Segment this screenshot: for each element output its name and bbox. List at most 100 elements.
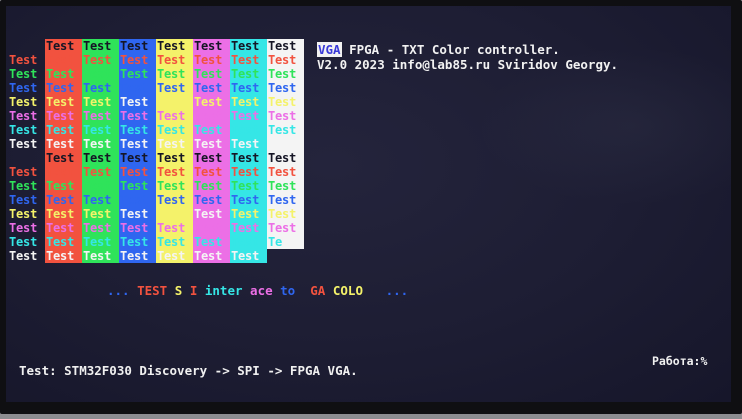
grid-cell: Test <box>193 81 230 95</box>
grid-cell: Test <box>119 81 156 95</box>
grid-row: Test Test Test Test Test Test Test Test <box>8 179 304 193</box>
banner-segment <box>363 283 386 298</box>
grid-cell: Test <box>230 235 267 249</box>
grid-cell: Test <box>119 137 156 151</box>
grid-row: Test Test Test Test Test Test Test Test <box>8 53 304 67</box>
banner-segment: to <box>280 283 296 298</box>
grid-cell: Test <box>193 193 230 207</box>
grid-cell: Test <box>82 207 119 221</box>
grid-cell: Test <box>9 249 38 263</box>
grid-cell: Test <box>156 249 193 263</box>
grid-cell: Test <box>45 179 82 193</box>
banner-segment <box>295 283 310 298</box>
grid-cell: Test <box>193 207 230 221</box>
grid-cell: Test <box>119 123 156 137</box>
grid-cell: Test <box>119 165 156 179</box>
grid-cell: Test <box>82 179 119 193</box>
grid-cell: Test <box>267 123 304 137</box>
grid-cell: Test <box>45 151 82 165</box>
grid-cell: Test <box>45 193 82 207</box>
work-label: Работа:% <box>652 354 708 368</box>
grid-row: Test Test Test Test Test Test Test Test <box>8 95 304 109</box>
grid-cell: Test <box>82 123 119 137</box>
grid-cell: Test <box>82 53 119 67</box>
grid-cell: Test <box>156 39 193 53</box>
grid-cell: Test <box>119 221 156 235</box>
grid-cell: Test <box>267 53 304 67</box>
grid-cell: Test <box>156 67 193 81</box>
grid-cell: Test <box>119 207 156 221</box>
grid-cell: Test <box>267 39 304 53</box>
grid-cell: Test <box>156 165 193 179</box>
grid-cell: Test <box>9 95 38 109</box>
grid-cell: Test <box>119 193 156 207</box>
grid-cell: Test <box>9 81 38 95</box>
grid-cell: Test <box>45 249 82 263</box>
grid-cell: Test <box>230 81 267 95</box>
grid-cell: Test <box>267 81 304 95</box>
grid-cell: Test <box>45 39 82 53</box>
grid-cell: Test <box>193 95 230 109</box>
grid-row: Test Test Test Test Test Test Test <box>8 249 304 263</box>
grid-cell: Test <box>156 207 193 221</box>
grid-cell: Test <box>119 109 156 123</box>
banner-segment: TEST <box>137 283 168 298</box>
banner-segment: ... <box>385 283 409 298</box>
grid-cell: Test <box>230 179 267 193</box>
grid-cell: Test <box>230 151 267 165</box>
grid-cell: Test <box>82 165 119 179</box>
header-version-line: V2.0 2023 info@lab85.ru Sviridov Georgy. <box>317 57 619 72</box>
grid-cell: Test <box>156 193 193 207</box>
grid-row: Test Test Test Test Test Test Test Test <box>8 67 304 81</box>
grid-cell: Test <box>267 207 304 221</box>
grid-cell: Te <box>267 235 304 249</box>
grid-cell: Test <box>193 109 230 123</box>
grid-cell: Test <box>45 207 82 221</box>
grid-cell: Test <box>230 39 267 53</box>
banner-segment <box>243 283 251 298</box>
vga-screen: Test Test Test Test Test Test Test Test Test Test… <box>6 6 731 402</box>
grid-cell: Test <box>119 235 156 249</box>
grid-cell: Test <box>230 165 267 179</box>
grid-cell: Test <box>156 221 193 235</box>
grid-cell: Test <box>45 95 82 109</box>
grid-cell: Test <box>193 67 230 81</box>
grid-cell: Test <box>267 95 304 109</box>
grid-cell: Test <box>230 137 267 151</box>
grid-row: Test Test Test Test Test Test Test Test <box>8 193 304 207</box>
grid-cell: Test <box>267 221 304 235</box>
grid-cell: Test <box>230 221 267 235</box>
grid-cell: Test <box>9 179 38 193</box>
grid-cell: Test <box>230 249 267 263</box>
grid-row: Test Test Test Test Test Test Test <box>8 151 304 165</box>
grid-cell: Test <box>193 39 230 53</box>
grid-cell: Test <box>82 67 119 81</box>
banner-segment: COLO <box>332 283 363 298</box>
grid-cell: Test <box>156 81 193 95</box>
grid-cell: Test <box>45 109 82 123</box>
grid-cell: Test <box>193 137 230 151</box>
grid-cell: Test <box>45 137 82 151</box>
grid-cell: Test <box>230 123 267 137</box>
banner-segment <box>167 283 175 298</box>
grid-row: Test Test Test Test Test Test Test Te <box>8 235 304 249</box>
banner-segment <box>197 283 205 298</box>
grid-cell: Test <box>9 123 38 137</box>
banner-segment: GA <box>310 283 326 298</box>
grid-cell <box>8 39 45 53</box>
grid-row: Test Test Test Test Test Test Test Test <box>8 137 304 151</box>
grid-cell: Test <box>82 193 119 207</box>
header-text: VGA FPGA - TXT Color controller. V2.0 20… <box>317 42 618 72</box>
grid-cell: Test <box>119 95 156 109</box>
grid-cell: Test <box>267 137 304 151</box>
grid-cell: Test <box>82 81 119 95</box>
grid-cell: Test <box>193 221 230 235</box>
grid-cell: Test <box>45 235 82 249</box>
grid-cell: Test <box>193 179 230 193</box>
grid-cell: Test <box>45 165 82 179</box>
grid-cell: Test <box>156 137 193 151</box>
grid-cell: Test <box>9 193 38 207</box>
grid-cell: Test <box>82 39 119 53</box>
grid-cell: Test <box>119 151 156 165</box>
grid-cell: Test <box>82 109 119 123</box>
